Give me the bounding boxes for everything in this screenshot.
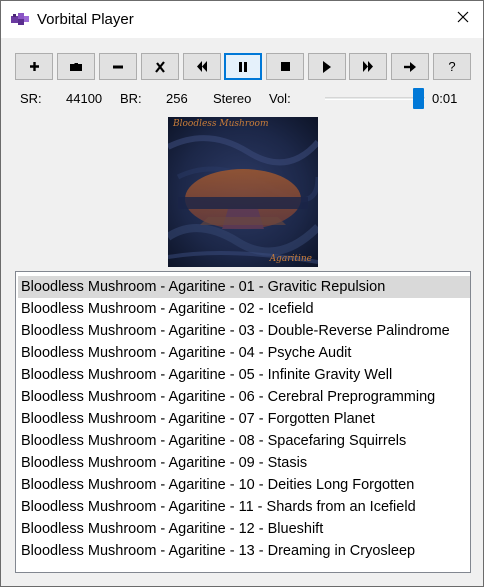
pause-button[interactable] bbox=[224, 53, 262, 80]
minus-icon bbox=[113, 65, 123, 69]
skip-forward-icon bbox=[362, 61, 374, 72]
playlist-item[interactable]: Bloodless Mushroom - Agaritine - 01 - Gr… bbox=[18, 276, 470, 298]
bitrate-label: BR: bbox=[120, 91, 142, 106]
folder-icon bbox=[70, 62, 82, 72]
sample-rate-value: 44100 bbox=[66, 91, 103, 106]
add-button[interactable] bbox=[15, 53, 53, 80]
volume-slider-thumb[interactable] bbox=[412, 88, 424, 109]
album-art-image bbox=[168, 117, 318, 267]
playlist-item[interactable]: Bloodless Mushroom - Agaritine - 03 - Do… bbox=[18, 320, 470, 342]
skip-back-icon bbox=[196, 61, 208, 72]
next-button[interactable] bbox=[349, 53, 387, 80]
playlist-item[interactable]: Bloodless Mushroom - Agaritine - 09 - St… bbox=[18, 452, 470, 474]
playlist-item[interactable]: Bloodless Mushroom - Agaritine - 11 - Sh… bbox=[18, 496, 470, 518]
plus-icon bbox=[29, 61, 40, 72]
playlist[interactable]: Bloodless Mushroom - Agaritine - 01 - Gr… bbox=[15, 271, 471, 573]
album-art: Bloodless Mushroom Agaritine bbox=[168, 117, 318, 267]
random-button[interactable] bbox=[391, 53, 429, 80]
question-icon: ? bbox=[448, 59, 456, 74]
playlist-item[interactable]: Bloodless Mushroom - Agaritine - 06 - Ce… bbox=[18, 386, 470, 408]
about-button[interactable]: ? bbox=[433, 53, 471, 80]
clear-button[interactable] bbox=[141, 53, 179, 80]
window-title: Vorbital Player bbox=[37, 11, 134, 28]
volume-label: Vol: bbox=[269, 91, 291, 106]
album-art-subtitle: Agaritine bbox=[269, 254, 312, 264]
title-bar[interactable]: Vorbital Player bbox=[1, 1, 483, 38]
channels-value: Stereo bbox=[213, 91, 252, 106]
playlist-item[interactable]: Bloodless Mushroom - Agaritine - 08 - Sp… bbox=[18, 430, 470, 452]
previous-button[interactable] bbox=[183, 53, 221, 80]
arrow-right-icon bbox=[404, 61, 416, 72]
open-folder-button[interactable] bbox=[57, 53, 95, 80]
playlist-item[interactable]: Bloodless Mushroom - Agaritine - 04 - Ps… bbox=[18, 342, 470, 364]
playlist-item[interactable]: Bloodless Mushroom - Agaritine - 05 - In… bbox=[18, 364, 470, 386]
x-icon bbox=[154, 60, 166, 73]
volume-slider-track[interactable] bbox=[325, 97, 425, 100]
bitrate-value: 256 bbox=[166, 91, 188, 106]
playlist-item[interactable]: Bloodless Mushroom - Agaritine - 12 - Bl… bbox=[18, 518, 470, 540]
playlist-item[interactable]: Bloodless Mushroom - Agaritine - 02 - Ic… bbox=[18, 298, 470, 320]
playlist-item[interactable]: Bloodless Mushroom - Agaritine - 10 - De… bbox=[18, 474, 470, 496]
sample-rate-label: SR: bbox=[20, 91, 42, 106]
elapsed-time: 0:01 bbox=[432, 91, 458, 106]
playlist-item[interactable]: Bloodless Mushroom - Agaritine - 13 - Dr… bbox=[18, 540, 470, 562]
remove-button[interactable] bbox=[99, 53, 137, 80]
playlist-item[interactable]: Bloodless Mushroom - Agaritine - 07 - Fo… bbox=[18, 408, 470, 430]
player-window: Vorbital Player ? SR: 44100 BR: 256 Ster… bbox=[0, 0, 484, 587]
close-icon bbox=[457, 10, 469, 28]
pause-icon bbox=[239, 61, 247, 72]
puzzle-app-icon bbox=[10, 11, 30, 27]
status-bar: SR: 44100 BR: 256 Stereo Vol: 0:01 bbox=[1, 91, 483, 109]
stop-icon bbox=[280, 62, 290, 71]
toolbar: ? bbox=[15, 53, 471, 80]
play-button[interactable] bbox=[308, 53, 346, 80]
close-button[interactable] bbox=[447, 4, 479, 34]
album-art-title: Bloodless Mushroom bbox=[173, 119, 269, 129]
play-icon bbox=[323, 60, 331, 73]
stop-button[interactable] bbox=[266, 53, 304, 80]
